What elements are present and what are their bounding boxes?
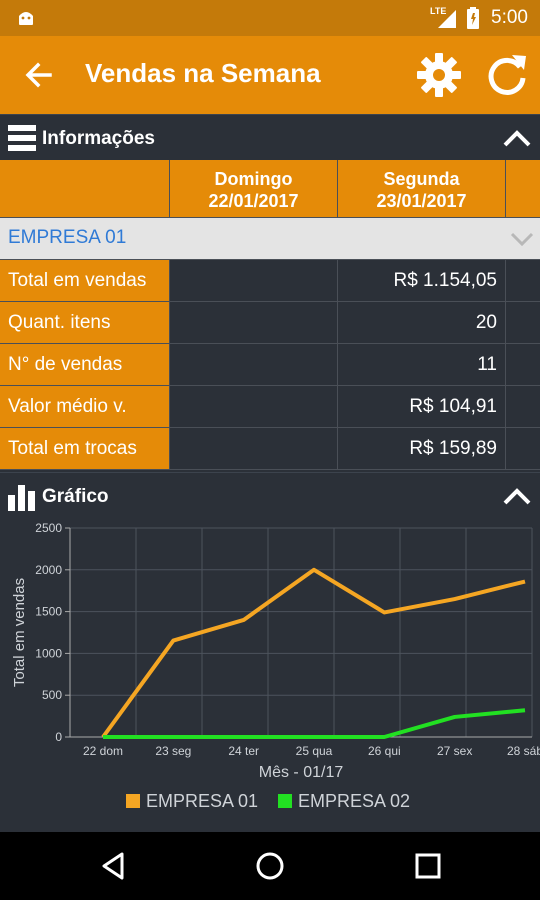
sales-chart: 0 500 1000 1500 2000 2500 22 dom 23 seg 24 ter 25… — [0, 518, 540, 832]
x-tick-label: 23 seg — [155, 744, 191, 758]
table-header-col-0: Domingo 22/01/2017 — [170, 160, 338, 218]
navigation-bar — [0, 832, 540, 900]
y-tick-label: 2500 — [35, 521, 62, 535]
battery-icon — [467, 7, 479, 29]
info-section-title: Informações — [42, 128, 155, 149]
table-cell: 20 — [338, 302, 506, 344]
x-tick-label: 26 qui — [368, 744, 401, 758]
table-header-col-1: Segunda 23/01/2017 — [338, 160, 506, 218]
x-axis-title: Mês - 01/17 — [259, 764, 344, 781]
back-arrow-icon[interactable] — [20, 56, 58, 94]
row-label: Total em trocas — [0, 428, 170, 470]
table-cell — [170, 428, 338, 470]
android-icon — [19, 12, 33, 25]
col-1-date: 23/01/2017 — [376, 191, 467, 211]
signal-icon — [438, 10, 456, 28]
gear-icon[interactable] — [414, 50, 464, 100]
row-label: N° de vendas — [0, 344, 170, 386]
back-nav-icon[interactable] — [98, 850, 130, 882]
company-row[interactable]: EMPRESA 01 — [0, 218, 540, 259]
table-cell — [506, 428, 540, 470]
refresh-icon[interactable] — [482, 50, 532, 100]
col-0-day: Domingo — [214, 169, 293, 189]
info-table: Domingo 22/01/2017 Segunda 23/01/2017 EM… — [0, 160, 540, 470]
legend-label-2: EMPRESA 02 — [298, 791, 410, 811]
y-tick-label: 1000 — [35, 646, 62, 660]
col-1-day: Segunda — [383, 169, 460, 189]
chart-section-header[interactable]: Gráfico — [0, 472, 540, 518]
company-name: EMPRESA 01 — [8, 227, 127, 248]
chevron-up-icon[interactable] — [502, 127, 532, 149]
line-chart: 0 500 1000 1500 2000 2500 22 dom 23 seg 24 ter 25… — [11, 521, 540, 811]
row-label: Quant. itens — [0, 302, 170, 344]
row-label: Total em vendas — [0, 260, 170, 302]
y-tick-label: 0 — [55, 730, 62, 744]
home-nav-icon[interactable] — [254, 850, 286, 882]
chart-section-title: Gráfico — [42, 486, 109, 507]
table-header-blank — [0, 160, 170, 218]
chevron-down-icon[interactable] — [510, 230, 534, 248]
table-header-col-2 — [506, 160, 540, 218]
table-cell — [506, 302, 540, 344]
x-tick-label: 27 sex — [437, 744, 472, 758]
table-cell: 11 — [338, 344, 506, 386]
row-label: Valor médio v. — [0, 386, 170, 428]
x-tick-label: 22 dom — [83, 744, 123, 758]
status-bar: LTE 5:00 — [0, 0, 540, 36]
table-cell: R$ 104,91 — [338, 386, 506, 428]
table-cell — [506, 344, 540, 386]
list-icon — [8, 125, 36, 151]
series-line-2 — [103, 708, 526, 739]
legend-swatch-1 — [126, 794, 140, 808]
status-time: 5:00 — [491, 7, 528, 28]
page-title: Vendas na Semana — [85, 58, 321, 88]
table-cell: R$ 1.154,05 — [338, 260, 506, 302]
app-bar: Vendas na Semana — [0, 36, 540, 114]
x-tick-label: 24 ter — [228, 744, 259, 758]
legend-label-1: EMPRESA 01 — [146, 791, 258, 811]
info-section-header[interactable]: Informações — [0, 114, 540, 160]
x-tick-label: 28 sáb — [507, 744, 540, 758]
table-cell — [506, 260, 540, 302]
legend-swatch-2 — [278, 794, 292, 808]
table-cell — [170, 260, 338, 302]
table-cell — [170, 386, 338, 428]
y-tick-label: 500 — [42, 688, 62, 702]
table-cell — [170, 344, 338, 386]
table-cell: R$ 159,89 — [338, 428, 506, 470]
x-tick-label: 25 qua — [296, 744, 333, 758]
bar-chart-icon — [8, 485, 35, 511]
recents-nav-icon[interactable] — [412, 850, 444, 882]
y-tick-label: 2000 — [35, 563, 62, 577]
table-cell — [506, 386, 540, 428]
y-axis-title: Total em vendas — [11, 578, 28, 687]
table-cell — [170, 302, 338, 344]
chevron-up-icon[interactable] — [502, 485, 532, 507]
y-tick-label: 1500 — [35, 605, 62, 619]
col-0-date: 22/01/2017 — [208, 191, 299, 211]
